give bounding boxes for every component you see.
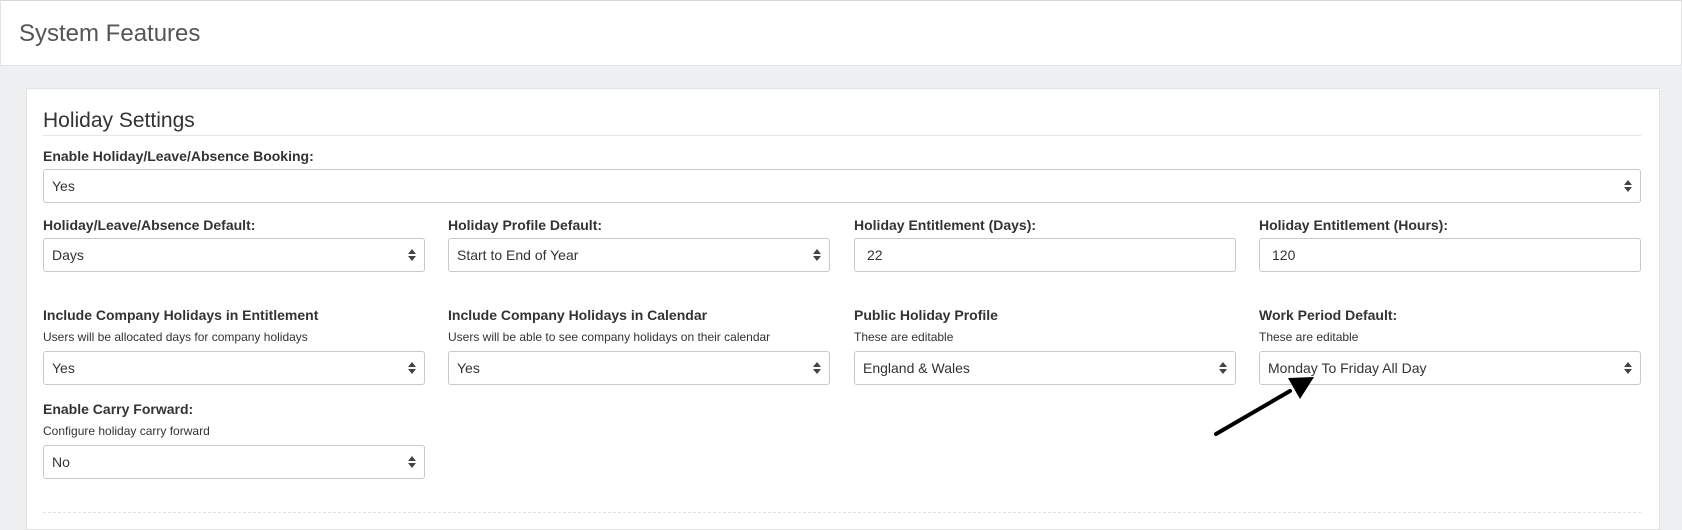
include-company-calendar-select[interactable]: Yes	[448, 351, 830, 385]
public-holiday-profile-field: Public Holiday Profile These are editabl…	[854, 307, 1236, 385]
entitlement-hours-input[interactable]: 120	[1259, 238, 1641, 272]
include-company-entitlement-select[interactable]: Yes	[43, 351, 425, 385]
profile-default-select[interactable]: Start to End of Year	[448, 238, 830, 272]
page-header: System Features	[0, 0, 1682, 66]
enable-booking-select[interactable]: Yes	[43, 169, 1641, 203]
updown-caret-icon	[408, 361, 416, 375]
carry-forward-value: No	[52, 454, 70, 470]
carry-forward-field: Enable Carry Forward: Configure holiday …	[43, 401, 425, 479]
absence-default-value: Days	[52, 247, 84, 263]
annotation-arrow-icon	[1214, 377, 1314, 436]
include-company-entitlement-help: Users will be allocated days for company…	[43, 330, 308, 344]
section-bottom-divider	[43, 512, 1641, 513]
carry-forward-help: Configure holiday carry forward	[43, 424, 210, 438]
public-holiday-profile-help: These are editable	[854, 330, 954, 344]
profile-default-value: Start to End of Year	[457, 247, 579, 263]
carry-forward-select[interactable]: No	[43, 445, 425, 479]
enable-booking-value: Yes	[52, 178, 75, 194]
updown-caret-icon	[408, 455, 416, 469]
updown-caret-icon	[1624, 361, 1632, 375]
entitlement-days-value: 22	[867, 247, 883, 263]
section-title: Holiday Settings	[43, 109, 195, 132]
updown-caret-icon	[813, 361, 821, 375]
entitlement-days-field: Holiday Entitlement (Days): 22	[854, 217, 1236, 272]
include-company-calendar-label: Include Company Holidays in Calendar	[448, 307, 708, 323]
holiday-settings-panel: Holiday Settings Enable Holiday/Leave/Ab…	[26, 88, 1660, 530]
absence-default-label: Holiday/Leave/Absence Default:	[43, 217, 256, 233]
updown-caret-icon	[813, 248, 821, 262]
include-company-entitlement-value: Yes	[52, 360, 75, 376]
carry-forward-label: Enable Carry Forward:	[43, 401, 194, 417]
profile-default-field: Holiday Profile Default: Start to End of…	[448, 217, 830, 272]
enable-booking-field: Enable Holiday/Leave/Absence Booking: Ye…	[43, 148, 1641, 203]
updown-caret-icon	[1624, 179, 1632, 193]
include-company-calendar-help: Users will be able to see company holida…	[448, 330, 771, 344]
include-company-calendar-value: Yes	[457, 360, 480, 376]
work-period-default-label: Work Period Default:	[1259, 307, 1398, 323]
section-divider	[43, 135, 1641, 136]
include-company-entitlement-field: Include Company Holidays in Entitlement …	[43, 307, 425, 385]
entitlement-hours-value: 120	[1272, 247, 1296, 263]
absence-default-select[interactable]: Days	[43, 238, 425, 272]
updown-caret-icon	[408, 248, 416, 262]
absence-default-field: Holiday/Leave/Absence Default: Days	[43, 217, 425, 272]
include-company-entitlement-label: Include Company Holidays in Entitlement	[43, 307, 319, 323]
include-company-calendar-field: Include Company Holidays in Calendar Use…	[448, 307, 830, 385]
entitlement-days-input[interactable]: 22	[854, 238, 1236, 272]
public-holiday-profile-value: England & Wales	[863, 360, 970, 376]
entitlement-days-label: Holiday Entitlement (Days):	[854, 217, 1037, 233]
work-period-default-help: These are editable	[1259, 330, 1359, 344]
entitlement-hours-label: Holiday Entitlement (Hours):	[1259, 217, 1449, 233]
profile-default-label: Holiday Profile Default:	[448, 217, 603, 233]
public-holiday-profile-select[interactable]: England & Wales	[854, 351, 1236, 385]
enable-booking-label: Enable Holiday/Leave/Absence Booking:	[43, 148, 314, 164]
public-holiday-profile-label: Public Holiday Profile	[854, 307, 998, 323]
page-title: System Features	[19, 20, 201, 47]
entitlement-hours-field: Holiday Entitlement (Hours): 120	[1259, 217, 1641, 272]
